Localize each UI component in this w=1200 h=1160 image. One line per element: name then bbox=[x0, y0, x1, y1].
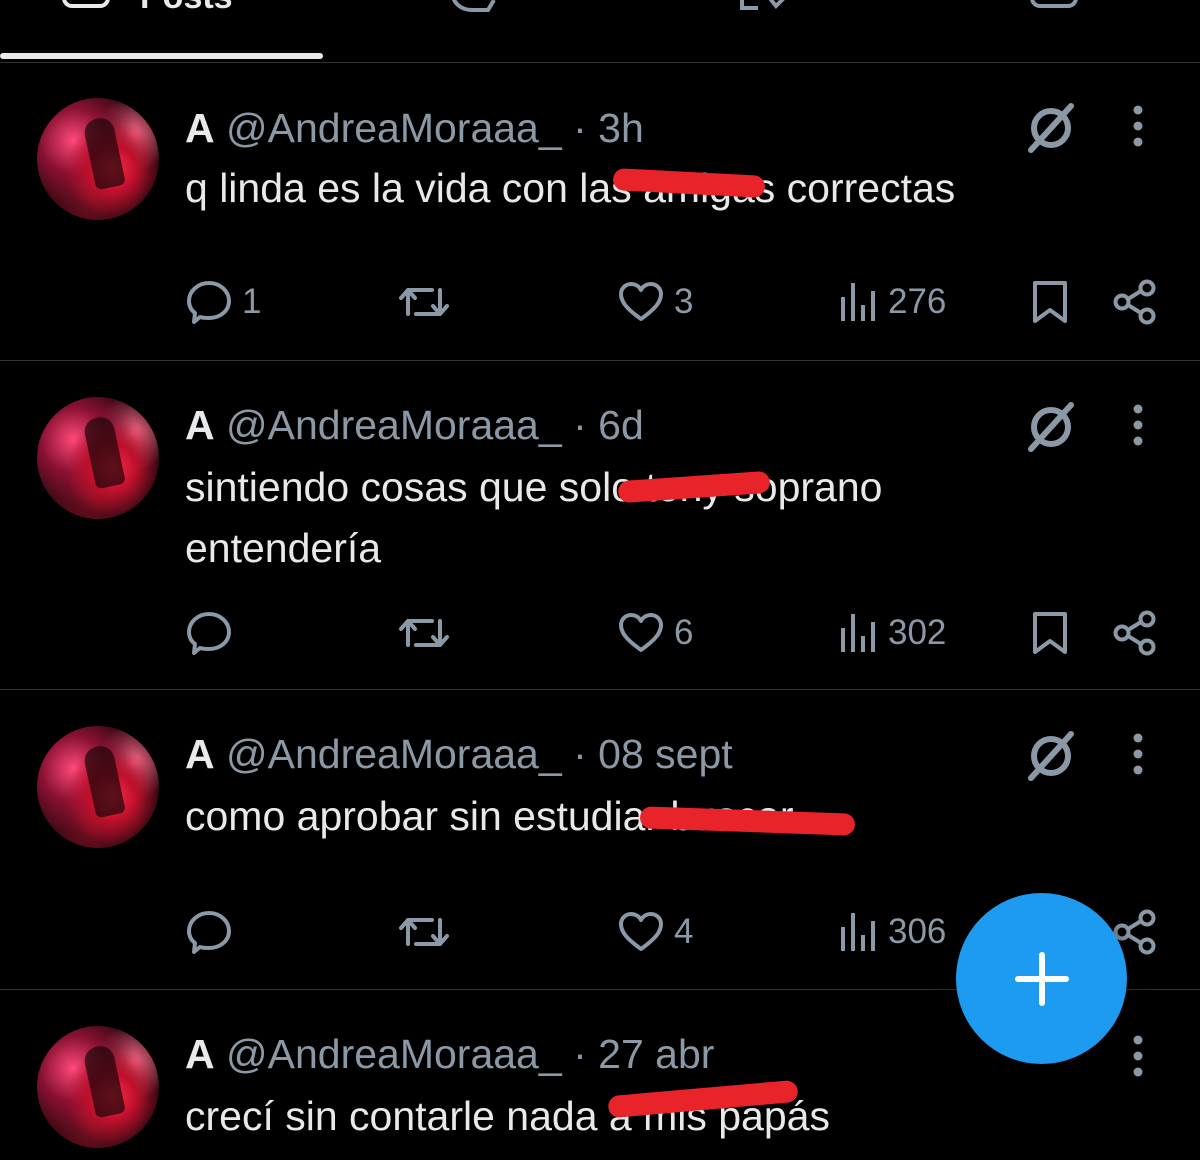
repost-button[interactable] bbox=[398, 609, 460, 657]
post[interactable]: A @AndreaMoraaa_ · 6d sintiendo cosas qu… bbox=[0, 361, 1200, 690]
post-time[interactable]: 27 abr bbox=[598, 1031, 714, 1077]
heart-icon bbox=[619, 912, 663, 951]
display-name[interactable]: A bbox=[185, 1031, 215, 1077]
post-time[interactable]: 6d bbox=[598, 402, 644, 448]
profile-tab-bar: Posts bbox=[0, 0, 1200, 63]
handle[interactable]: @AndreaMoraaa_ bbox=[226, 402, 562, 448]
post-text: como aprobar sin estudiar buscar bbox=[185, 793, 794, 839]
avatar[interactable] bbox=[37, 1026, 159, 1148]
heart-icon bbox=[619, 282, 663, 321]
reply-button[interactable] bbox=[186, 609, 242, 657]
post-time[interactable]: 3h bbox=[598, 105, 644, 151]
post[interactable]: A @AndreaMoraaa_ · 3h q linda es la vida… bbox=[0, 62, 1200, 361]
views-button[interactable]: 306 bbox=[838, 908, 946, 956]
reply-button[interactable] bbox=[186, 908, 242, 956]
views-count: 306 bbox=[888, 912, 947, 951]
views-button[interactable]: 302 bbox=[838, 609, 946, 657]
more-options-icon[interactable] bbox=[1124, 104, 1152, 148]
more-options-icon[interactable] bbox=[1124, 732, 1152, 776]
share-icon[interactable] bbox=[1112, 279, 1158, 325]
display-name[interactable]: A bbox=[185, 105, 215, 151]
posts-tab-icon bbox=[62, 0, 110, 8]
display-name[interactable]: A bbox=[185, 731, 215, 777]
handle[interactable]: @AndreaMoraaa_ bbox=[226, 731, 562, 777]
repost-button[interactable] bbox=[398, 908, 460, 956]
separator: · bbox=[573, 1031, 587, 1077]
separator: · bbox=[573, 402, 587, 448]
post-text: sintiendo cosas que solo tony soprano en… bbox=[185, 464, 883, 571]
reply-icon bbox=[187, 281, 231, 324]
post-header: A @AndreaMoraaa_ · 27 abr bbox=[185, 1030, 714, 1078]
views-button[interactable]: 276 bbox=[838, 278, 946, 326]
grok-icon[interactable] bbox=[1025, 730, 1077, 782]
likes-tab-icon[interactable] bbox=[1030, 0, 1078, 8]
like-button[interactable]: 3 bbox=[618, 278, 693, 326]
reply-count: 1 bbox=[242, 282, 262, 321]
like-count: 4 bbox=[674, 912, 694, 951]
grok-icon[interactable] bbox=[1025, 102, 1077, 154]
plus-icon bbox=[1014, 951, 1069, 1006]
replies-tab-icon[interactable] bbox=[448, 0, 498, 14]
reply-icon bbox=[187, 612, 231, 655]
post-header: A @AndreaMoraaa_ · 08 sept bbox=[185, 730, 733, 778]
repost-icon bbox=[399, 918, 449, 946]
like-button[interactable]: 4 bbox=[618, 908, 693, 956]
tab-posts[interactable]: Posts bbox=[140, 0, 233, 17]
more-options-icon[interactable] bbox=[1124, 1034, 1152, 1078]
post-header: A @AndreaMoraaa_ · 3h bbox=[185, 104, 644, 152]
repost-button[interactable] bbox=[398, 278, 460, 326]
compose-button[interactable] bbox=[956, 893, 1127, 1064]
views-icon bbox=[841, 913, 875, 951]
avatar[interactable] bbox=[37, 726, 159, 848]
views-icon bbox=[841, 283, 875, 321]
separator: · bbox=[573, 105, 587, 151]
active-tab-indicator bbox=[0, 53, 323, 59]
like-button[interactable]: 6 bbox=[618, 609, 693, 657]
separator: · bbox=[573, 731, 587, 777]
display-name[interactable]: A bbox=[185, 402, 215, 448]
handle[interactable]: @AndreaMoraaa_ bbox=[226, 105, 562, 151]
reply-icon bbox=[187, 911, 231, 954]
more-options-icon[interactable] bbox=[1124, 403, 1152, 447]
bookmark-icon[interactable] bbox=[1031, 280, 1069, 324]
views-count: 276 bbox=[888, 282, 947, 321]
like-count: 6 bbox=[674, 613, 694, 652]
like-count: 3 bbox=[674, 282, 694, 321]
media-tab-icon[interactable] bbox=[738, 0, 794, 14]
heart-icon bbox=[619, 613, 663, 652]
avatar[interactable] bbox=[37, 397, 159, 519]
handle[interactable]: @AndreaMoraaa_ bbox=[226, 1031, 562, 1077]
views-count: 302 bbox=[888, 613, 947, 652]
post-time[interactable]: 08 sept bbox=[598, 731, 733, 777]
repost-icon bbox=[399, 288, 449, 316]
grok-icon[interactable] bbox=[1025, 401, 1077, 453]
share-icon[interactable] bbox=[1112, 610, 1158, 656]
post-header: A @AndreaMoraaa_ · 6d bbox=[185, 401, 644, 449]
reply-button[interactable]: 1 bbox=[186, 278, 261, 326]
bookmark-icon[interactable] bbox=[1031, 611, 1069, 655]
views-icon bbox=[841, 614, 875, 652]
repost-icon bbox=[399, 619, 449, 647]
avatar[interactable] bbox=[37, 98, 159, 220]
